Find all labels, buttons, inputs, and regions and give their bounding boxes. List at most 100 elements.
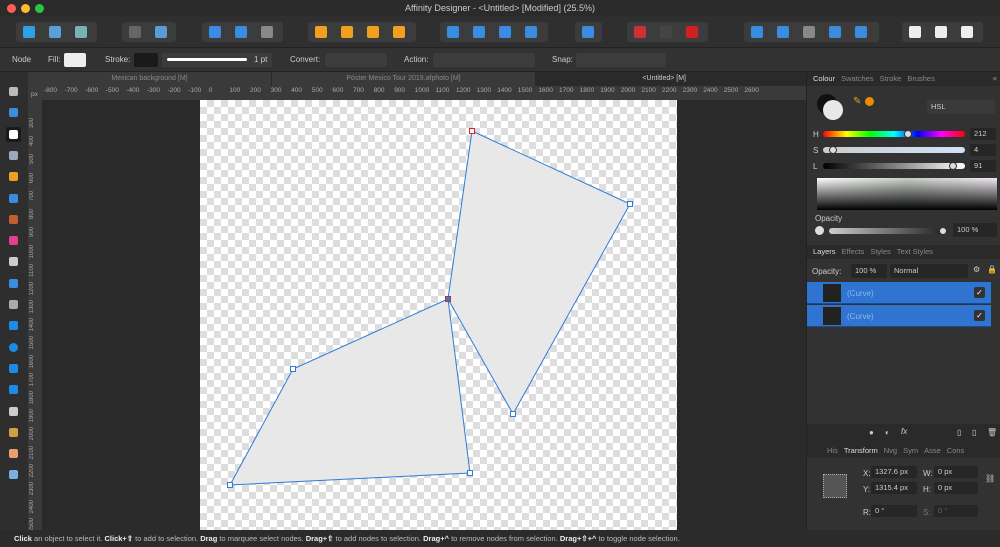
hue-slider[interactable] [823,130,965,138]
flip-horizontal-icon[interactable] [447,26,459,38]
shapes-layer[interactable] [42,100,806,530]
horizontal-ruler[interactable]: px -800 -700 -600 -500 -400 -300 -200 -100 0 100 20… [28,86,806,100]
insert-inside-icon[interactable] [961,26,973,38]
layer-visibility-checkbox[interactable]: ✓ [974,287,985,298]
fx-icon[interactable]: fx [901,427,907,436]
y-field[interactable]: 1315.4 px [871,482,917,494]
link-icon[interactable]: ⛓ [985,474,995,483]
action-buttons[interactable] [433,53,535,67]
layer-row[interactable]: (Curve) ✓ [807,282,991,304]
crop-tool-icon[interactable] [6,297,21,312]
node[interactable] [627,201,633,207]
rectangle-tool-icon[interactable] [6,318,21,333]
rounded-rect-tool-icon[interactable] [6,361,21,376]
move-tool-icon[interactable] [6,84,21,99]
subtract-icon[interactable] [777,26,789,38]
rotate-left-icon[interactable] [499,26,511,38]
doc-tab-active[interactable]: <Untitled> [M] [536,72,806,86]
tab-styles[interactable]: Styles [870,247,890,256]
panel-menu-icon[interactable]: ≡ [993,72,997,86]
zoom-window-button[interactable] [35,4,44,13]
tab-transform[interactable]: Transform [844,446,878,455]
ellipse-tool-icon[interactable] [6,340,21,355]
snapping-magnet-icon[interactable] [686,26,698,38]
picked-colour-swatch[interactable] [865,97,874,106]
stroke-width-slider[interactable]: 1 pt [162,53,272,67]
fill-swatch[interactable] [64,53,86,67]
tab-stroke[interactable]: Stroke [880,74,902,83]
lock-icon[interactable]: 🔒 [987,265,997,274]
flip-vertical-icon[interactable] [473,26,485,38]
move-backward-icon[interactable] [341,26,353,38]
insert-front-icon[interactable] [935,26,947,38]
tab-colour[interactable]: Colour [813,74,835,83]
artboard-tool-icon[interactable] [6,105,21,120]
shear-field[interactable]: 0 ° [934,505,978,517]
selected-node[interactable] [445,296,451,302]
mask-layer-icon[interactable]: ● [869,428,874,437]
l-value[interactable]: 91 [970,160,996,172]
h-field[interactable]: 0 px [934,482,978,494]
trash-icon[interactable]: 🗑 [987,428,997,437]
stroke-swatch[interactable] [134,53,158,67]
tab-effects[interactable]: Effects [842,247,865,256]
divide-icon[interactable] [855,26,867,38]
pencil-tool-icon[interactable] [6,191,21,206]
tab-text-styles[interactable]: Text Styles [897,247,933,256]
h-value[interactable]: 212 [970,128,996,140]
place-image-icon[interactable] [6,276,21,291]
pixel-persona-icon[interactable] [49,26,61,38]
tab-history[interactable]: His [827,446,838,455]
node[interactable] [467,470,473,476]
move-forward-icon[interactable] [367,26,379,38]
close-window-button[interactable] [7,4,16,13]
isolate-icon[interactable] [129,26,141,38]
tab-assets[interactable]: Asse [924,446,941,455]
transform-select-icon[interactable] [261,26,273,38]
vector-brush-icon[interactable] [6,212,21,227]
insert-back-icon[interactable] [909,26,921,38]
blend-mode-select[interactable]: Normal [890,264,968,278]
doc-tab[interactable]: Mexican background [M] [28,72,272,86]
snap-toggle-icon[interactable] [660,26,672,38]
colour-mode-select[interactable]: HSL [927,100,995,114]
opacity-field[interactable]: 100 % [953,223,997,237]
fill-colour-well[interactable] [823,100,843,120]
move-back-icon[interactable] [315,26,327,38]
tab-symbols[interactable]: Sym [903,446,918,455]
triangle-tool-icon[interactable] [6,382,21,397]
tab-brushes[interactable]: Brushes [907,74,935,83]
xor-icon[interactable] [829,26,841,38]
tab-navigator[interactable]: Nvg [884,446,897,455]
node[interactable] [227,482,233,488]
layer-row[interactable]: (Curve) ✓ [807,305,991,327]
tab-layers[interactable]: Layers [813,247,836,256]
snap-buttons[interactable] [576,53,666,67]
w-field[interactable]: 0 px [934,466,978,478]
anchor-point-selector[interactable] [823,474,847,498]
opacity-slider[interactable] [829,227,947,235]
lightness-slider[interactable] [823,162,965,170]
fill-tool-icon[interactable] [6,233,21,248]
vertical-ruler[interactable]: 300 400 500 600 700 800 900 1000 1100 1200 1300 140… [28,100,42,532]
layer-opacity-field[interactable]: 100 % [851,264,887,278]
adjustment-icon[interactable]: ◐ [885,428,890,437]
select-all-icon[interactable] [209,26,221,38]
move-front-icon[interactable] [393,26,405,38]
curve-shape[interactable] [447,130,631,416]
align-icon[interactable] [582,26,594,38]
s-value[interactable]: 4 [970,144,996,156]
start-node[interactable] [469,128,475,134]
node-tool-icon[interactable] [6,126,21,142]
select-inverse-icon[interactable] [235,26,247,38]
intersect-icon[interactable] [803,26,815,38]
zoom-tool-icon[interactable] [6,467,21,482]
node[interactable] [510,411,516,417]
new-layer-icon[interactable]: ▯ [957,428,961,437]
node[interactable] [290,366,296,372]
x-field[interactable]: 1327.6 px [871,466,917,478]
convert-buttons[interactable] [325,53,387,67]
snap-grid-icon[interactable] [634,26,646,38]
tab-constraints[interactable]: Cons [947,446,965,455]
transparency-tool-icon[interactable] [6,254,21,269]
